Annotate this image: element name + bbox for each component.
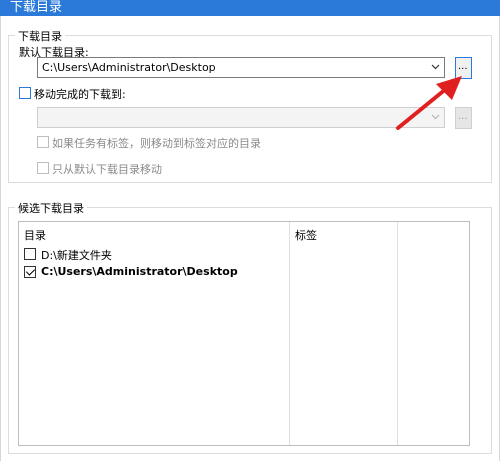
column-divider — [289, 222, 290, 445]
candidate-dirs-list[interactable]: 目录 标签 D:\新建文件夹 C:\Users\Administrator\De… — [18, 221, 470, 446]
group-title: 候选下载目录 — [15, 200, 87, 216]
column-header-dir[interactable]: 目录 — [24, 227, 46, 243]
row-checkbox[interactable] — [24, 266, 36, 278]
default-dir-combo[interactable]: C:\Users\Administrator\Desktop — [37, 57, 445, 78]
list-item[interactable]: C:\Users\Administrator\Desktop — [24, 264, 284, 280]
chevron-down-icon[interactable] — [431, 62, 440, 71]
move-by-tag-checkbox[interactable] — [37, 136, 49, 148]
chevron-down-icon[interactable] — [431, 112, 440, 121]
window-title: 下载目录 — [10, 0, 63, 15]
row-path: D:\新建文件夹 — [41, 249, 112, 262]
default-dir-value: C:\Users\Administrator\Desktop — [42, 61, 216, 74]
column-divider — [397, 222, 398, 445]
list-item[interactable]: D:\新建文件夹 — [24, 246, 284, 262]
move-target-browse-button[interactable]: ... — [455, 107, 472, 129]
row-checkbox[interactable] — [24, 248, 36, 260]
title-bar: 下载目录 — [0, 0, 500, 16]
browse-label: ... — [458, 61, 468, 72]
move-only-default-checkbox[interactable] — [37, 162, 49, 174]
browse-label: ... — [458, 111, 468, 122]
column-header-tag[interactable]: 标签 — [295, 227, 317, 243]
row-path: C:\Users\Administrator\Desktop — [41, 265, 238, 278]
group-title: 下载目录 — [15, 28, 65, 44]
move-completed-label: 移动完成的下载到: — [34, 88, 126, 101]
move-completed-checkbox[interactable] — [19, 87, 31, 99]
move-only-default-label: 只从默认下载目录移动 — [52, 163, 162, 176]
browse-button[interactable]: ... — [455, 57, 472, 79]
move-target-combo[interactable] — [37, 107, 445, 128]
move-by-tag-label: 如果任务有标签，则移动到标签对应的目录 — [52, 137, 261, 150]
